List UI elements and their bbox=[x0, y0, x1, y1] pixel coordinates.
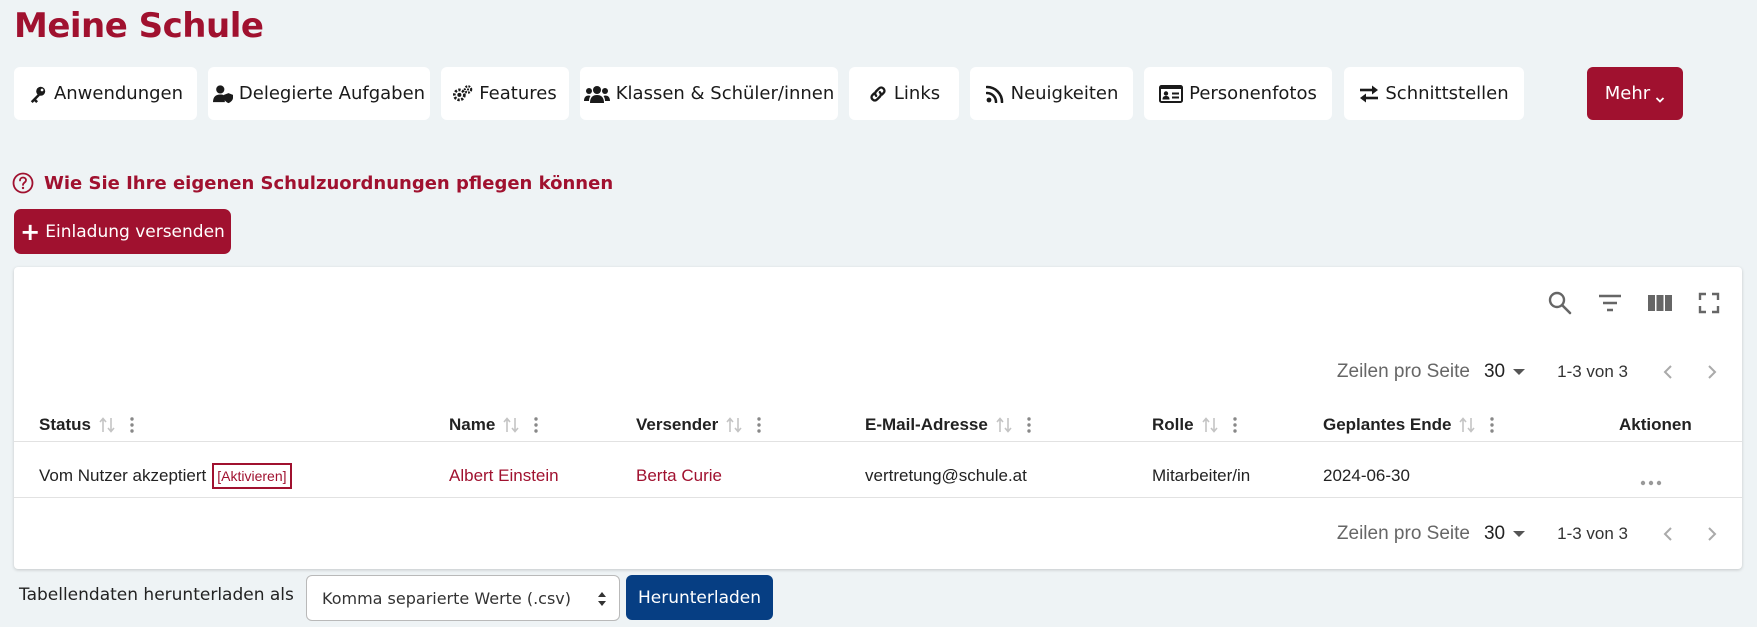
rows-per-page-select[interactable]: 30 bbox=[1483, 523, 1526, 545]
sort-icon[interactable] bbox=[996, 416, 1012, 434]
rows-per-page-value: 30 bbox=[1483, 523, 1506, 544]
sort-icon[interactable] bbox=[503, 416, 519, 434]
invite-label: Einladung versenden bbox=[45, 221, 225, 242]
chevron-right-icon[interactable] bbox=[1702, 363, 1720, 381]
status-text: Vom Nutzer akzeptiert bbox=[39, 465, 207, 485]
nav-label: Links bbox=[893, 83, 941, 104]
nav-button-links[interactable]: Links bbox=[849, 67, 959, 120]
rows-per-page-label: Zeilen pro Seite bbox=[1336, 361, 1470, 382]
pager-range: 1-3 von 3 bbox=[1557, 362, 1628, 381]
send-invitation-button[interactable]: + Einladung versenden bbox=[14, 209, 231, 254]
column-header-geplantes-ende[interactable]: Geplantes Ende bbox=[1323, 407, 1495, 442]
users-icon bbox=[583, 84, 610, 104]
cell-name-link[interactable]: Albert Einstein bbox=[449, 453, 559, 498]
plus-icon: + bbox=[20, 217, 41, 246]
chevron-right-icon[interactable] bbox=[1702, 525, 1720, 543]
cell-status: Vom Nutzer akzeptiert [Aktivieren] bbox=[39, 453, 292, 498]
column-menu-icon[interactable] bbox=[533, 416, 539, 434]
rows-per-page-value: 30 bbox=[1483, 361, 1506, 382]
cell-role: Mitarbeiter/in bbox=[1152, 465, 1251, 485]
rows-per-page-label: Zeilen pro Seite bbox=[1336, 523, 1470, 544]
column-header-status[interactable]: Status bbox=[39, 407, 135, 442]
data-table-card: Zeilen pro Seite 30 1-3 von 3 Status Nam… bbox=[14, 267, 1742, 569]
column-header-rolle[interactable]: Rolle bbox=[1152, 407, 1238, 442]
id-card-icon bbox=[1159, 84, 1184, 104]
row-actions-button[interactable] bbox=[1639, 453, 1663, 498]
rows-per-page-select[interactable]: 30 bbox=[1483, 361, 1526, 383]
column-menu-icon[interactable] bbox=[1232, 416, 1238, 434]
user-shield-icon bbox=[212, 84, 233, 104]
download-format-select[interactable]: Komma separierte Werte (.csv) bbox=[306, 575, 620, 621]
cell-sender-link[interactable]: Berta Curie bbox=[636, 453, 722, 498]
nav-label: Delegierte Aufgaben bbox=[238, 83, 426, 104]
nav-button-delegierte-aufgaben[interactable]: Delegierte Aufgaben bbox=[208, 67, 430, 120]
sort-icon[interactable] bbox=[726, 416, 742, 434]
table-header: Status Name Versender E-Mail-Adresse Rol bbox=[14, 407, 1742, 442]
column-title: Versender bbox=[636, 414, 719, 434]
pager-range: 1-3 von 3 bbox=[1557, 524, 1628, 543]
sort-icon[interactable] bbox=[1201, 416, 1218, 434]
caret-down-icon bbox=[1513, 531, 1526, 537]
caret-down-icon bbox=[1513, 369, 1526, 375]
nav-label: Neuigkeiten bbox=[1010, 83, 1119, 104]
column-title: E-Mail-Adresse bbox=[865, 414, 988, 434]
sort-icon[interactable] bbox=[99, 416, 115, 434]
nav-button-personenfotos[interactable]: Personenfotos bbox=[1144, 67, 1332, 120]
nav-label: Schnittstellen bbox=[1385, 83, 1509, 104]
nav-button-anwendungen[interactable]: Anwendungen bbox=[14, 67, 197, 120]
column-header-versender[interactable]: Versender bbox=[636, 407, 762, 442]
column-header-aktionen: Aktionen bbox=[1619, 407, 1692, 442]
cell-planned-end: 2024-06-30 bbox=[1323, 465, 1410, 485]
column-title: Status bbox=[39, 414, 91, 434]
nav-button-mehr[interactable]: Mehr bbox=[1587, 67, 1683, 120]
fullscreen-icon[interactable] bbox=[1695, 289, 1723, 317]
nav-label: Anwendungen bbox=[53, 83, 184, 104]
activate-link[interactable]: [Aktivieren] bbox=[212, 462, 292, 489]
chevron-down-icon bbox=[1655, 89, 1665, 103]
help-link-text: Wie Sie Ihre eigenen Schulzuordnungen pf… bbox=[44, 172, 614, 194]
column-title: Name bbox=[449, 414, 496, 434]
exchange-icon bbox=[1359, 84, 1379, 104]
column-menu-icon[interactable] bbox=[756, 416, 762, 434]
columns-icon[interactable] bbox=[1646, 289, 1674, 317]
column-menu-icon[interactable] bbox=[1026, 416, 1032, 434]
key-icon bbox=[28, 84, 48, 104]
download-format-value: Komma separierte Werte (.csv) bbox=[322, 588, 572, 608]
more-horizontal-icon bbox=[1639, 472, 1663, 485]
gears-icon bbox=[453, 84, 473, 104]
column-title: Aktionen bbox=[1619, 414, 1692, 434]
select-arrows-icon bbox=[597, 590, 607, 608]
more-label: Mehr bbox=[1604, 83, 1651, 104]
nav-button-features[interactable]: Features bbox=[441, 67, 569, 120]
chevron-left-icon[interactable] bbox=[1660, 525, 1678, 543]
cell-email: vertretung@schule.at bbox=[865, 465, 1027, 485]
link-icon bbox=[868, 84, 888, 104]
column-title: Rolle bbox=[1152, 414, 1194, 434]
nav-label: Klassen & Schüler/innen bbox=[615, 83, 835, 104]
nav-label: Personenfotos bbox=[1189, 83, 1317, 104]
pager-top: Zeilen pro Seite 30 1-3 von 3 bbox=[1337, 357, 1742, 387]
column-menu-icon[interactable] bbox=[1489, 416, 1495, 434]
column-header-name[interactable]: Name bbox=[449, 407, 539, 442]
download-label: Tabellendaten herunterladen als bbox=[19, 585, 294, 605]
nav-button-neuigkeiten[interactable]: Neuigkeiten bbox=[970, 67, 1133, 120]
download-button[interactable]: Herunterladen bbox=[626, 575, 773, 620]
nav-label: Features bbox=[479, 83, 557, 104]
nav-button-schnittstellen[interactable]: Schnittstellen bbox=[1344, 67, 1524, 120]
page-title: Meine Schule bbox=[14, 6, 264, 46]
pager-bottom: Zeilen pro Seite 30 1-3 von 3 bbox=[1337, 519, 1742, 549]
search-icon[interactable] bbox=[1546, 289, 1574, 317]
column-header-email[interactable]: E-Mail-Adresse bbox=[865, 407, 1032, 442]
chevron-left-icon[interactable] bbox=[1660, 363, 1678, 381]
table-row: Vom Nutzer akzeptiert [Aktivieren] Alber… bbox=[14, 453, 1742, 498]
column-menu-icon[interactable] bbox=[129, 416, 135, 434]
filter-icon[interactable] bbox=[1596, 289, 1624, 317]
column-title: Geplantes Ende bbox=[1323, 414, 1452, 434]
sort-icon[interactable] bbox=[1459, 416, 1476, 434]
question-circle-icon bbox=[12, 172, 34, 194]
help-link[interactable]: Wie Sie Ihre eigenen Schulzuordnungen pf… bbox=[12, 172, 613, 194]
nav-button-klassen[interactable]: Klassen & Schüler/innen bbox=[580, 67, 838, 120]
page: Meine Schule Anwendungen Delegierte Aufg… bbox=[0, 0, 1757, 627]
rss-icon bbox=[985, 84, 1005, 104]
